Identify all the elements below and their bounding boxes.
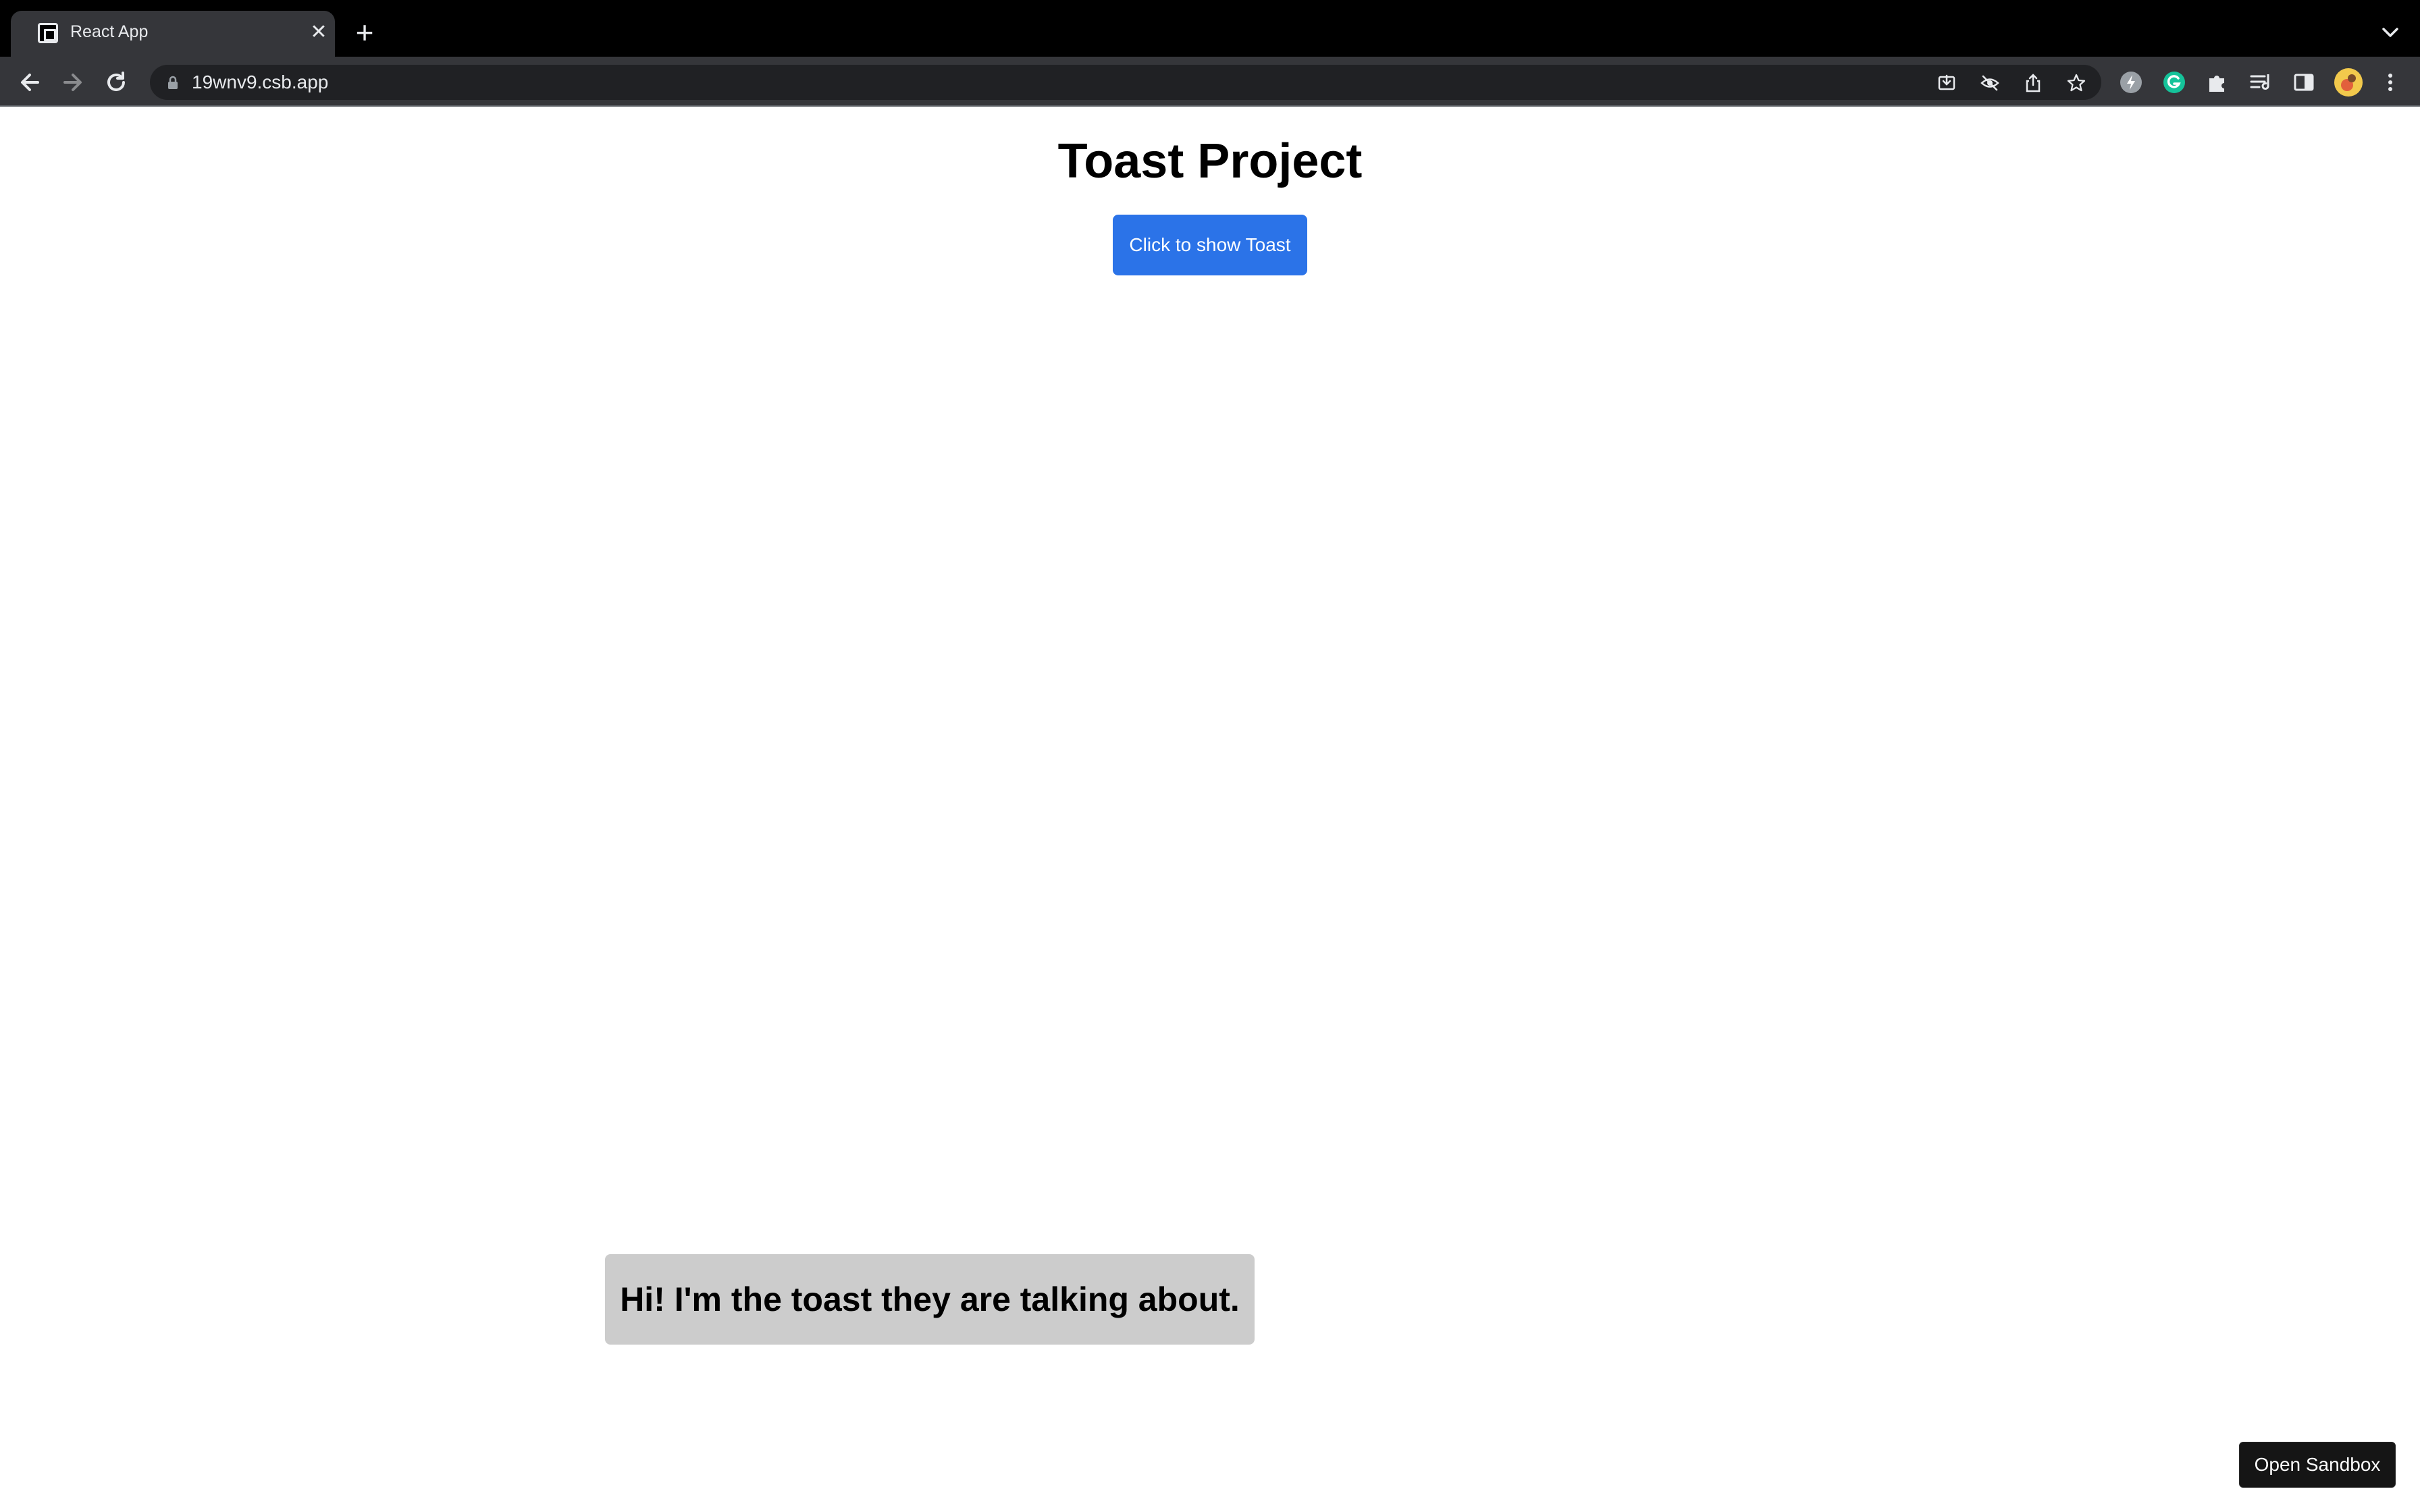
lock-icon[interactable] xyxy=(165,74,181,90)
address-bar[interactable]: 19wnv9.csb.app xyxy=(150,65,2101,100)
close-tab-button[interactable]: ✕ xyxy=(307,20,331,45)
browser-tab[interactable]: React App ✕ xyxy=(11,11,335,57)
open-sandbox-button[interactable]: Open Sandbox xyxy=(2239,1442,2396,1488)
browser-toolbar: 19wnv9.csb.app xyxy=(0,57,2420,107)
new-tab-button[interactable]: + xyxy=(350,17,379,48)
url-text[interactable]: 19wnv9.csb.app xyxy=(192,72,328,93)
avatar[interactable] xyxy=(2334,68,2363,97)
side-panel-icon[interactable] xyxy=(2292,70,2316,94)
share-icon[interactable] xyxy=(2023,73,2043,93)
toast-notification: Hi! I'm the toast they are talking about… xyxy=(605,1254,1255,1345)
chevron-down-icon[interactable] xyxy=(2377,19,2404,46)
reading-list-icon[interactable] xyxy=(2248,70,2273,94)
install-icon[interactable] xyxy=(1937,73,1957,93)
square-favicon-icon xyxy=(38,23,58,43)
eye-off-icon[interactable] xyxy=(1980,73,2000,93)
tab-strip: React App ✕ + xyxy=(0,0,2420,57)
toast-message: Hi! I'm the toast they are talking about… xyxy=(620,1280,1240,1318)
extension-lightning-icon[interactable] xyxy=(2119,70,2143,94)
puzzle-icon[interactable] xyxy=(2205,70,2230,94)
back-arrow-icon[interactable] xyxy=(14,66,46,99)
show-toast-button[interactable]: Click to show Toast xyxy=(1113,215,1307,275)
page-title: Toast Project xyxy=(1057,134,1363,188)
grammarly-icon[interactable] xyxy=(2162,70,2186,94)
forward-arrow-icon[interactable] xyxy=(57,66,89,99)
page-content: Toast Project Click to show Toast Hi! I'… xyxy=(0,107,2420,1512)
reload-icon[interactable] xyxy=(100,66,132,99)
more-menu-icon[interactable] xyxy=(2378,70,2402,94)
star-icon[interactable] xyxy=(2066,73,2086,93)
tab-title: React App xyxy=(70,22,149,41)
